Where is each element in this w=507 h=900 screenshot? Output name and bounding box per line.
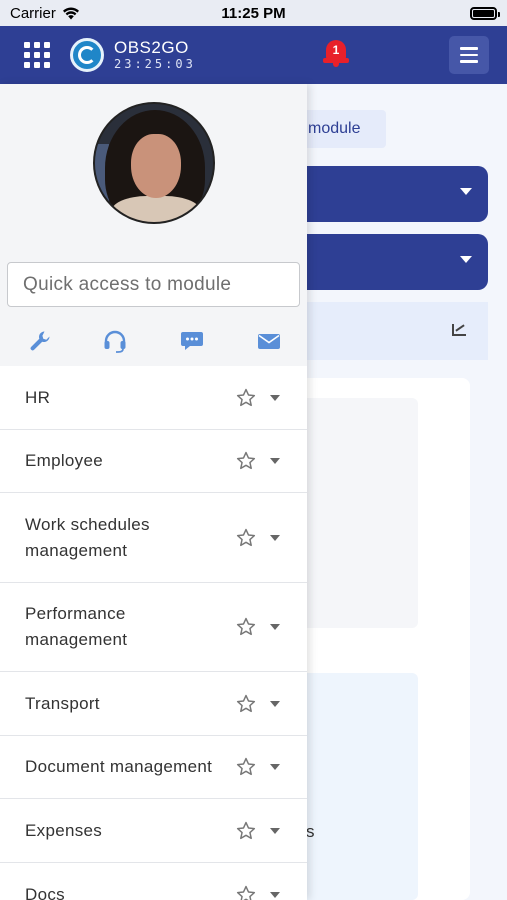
carrier-label: Carrier	[10, 4, 56, 22]
mail-icon[interactable]	[256, 328, 282, 354]
caret-down-icon[interactable]	[270, 764, 280, 770]
star-icon[interactable]	[235, 387, 257, 409]
app-logo	[70, 38, 104, 72]
star-icon[interactable]	[235, 820, 257, 842]
side-drawer: HR Employee Work schedules management Pe…	[0, 84, 307, 900]
caret-down-icon[interactable]	[270, 827, 280, 834]
menu-item-label: Docs	[25, 884, 65, 900]
caret-down-icon[interactable]	[270, 394, 280, 401]
caret-down-icon[interactable]	[270, 891, 280, 898]
star-icon[interactable]	[235, 693, 257, 715]
quick-access-input[interactable]	[7, 262, 300, 307]
menu-item-label: Expenses	[25, 820, 103, 840]
wifi-icon	[62, 7, 79, 19]
menu-item-label: Work schedules management	[25, 514, 150, 560]
menu-item-label: Employee	[25, 451, 103, 470]
menu-item-hr[interactable]: HR	[0, 366, 307, 430]
chat-icon[interactable]	[179, 328, 205, 354]
battery-icon	[470, 7, 500, 20]
menu-item-employee[interactable]: Employee	[0, 430, 307, 493]
caret-down-icon	[460, 256, 472, 263]
caret-down-icon[interactable]	[270, 534, 280, 541]
star-icon[interactable]	[235, 756, 257, 778]
star-icon[interactable]	[235, 616, 257, 638]
caret-down-icon[interactable]	[270, 458, 280, 464]
background-panel-1	[290, 398, 418, 628]
app-header: OBS2GO 23:25:03 1	[0, 26, 507, 84]
caret-down-icon[interactable]	[270, 700, 280, 707]
carrier-info: Carrier	[10, 5, 80, 22]
background-partial-text: s	[306, 822, 315, 841]
menu-item-work-schedules[interactable]: Work schedules management	[0, 493, 307, 583]
star-icon[interactable]	[235, 450, 257, 472]
brand: OBS2GO 23:25:03	[114, 38, 196, 71]
menu-item-expenses[interactable]: Expenses	[0, 799, 307, 863]
header-clock: 23:25:03	[114, 56, 196, 71]
notification-bell-icon[interactable]: 1	[322, 38, 350, 68]
drawer-tool-row	[0, 324, 307, 364]
headset-icon[interactable]	[102, 328, 128, 354]
user-avatar[interactable]	[93, 102, 215, 224]
chart-icon[interactable]	[452, 324, 466, 336]
background-panel-2	[290, 673, 418, 900]
star-icon[interactable]	[235, 884, 257, 900]
menu-item-transport[interactable]: Transport	[0, 672, 307, 736]
menu-item-docs[interactable]: Docs	[0, 863, 307, 900]
status-bar: Carrier 11:25 PM	[0, 0, 507, 26]
module-menu-list: HR Employee Work schedules management Pe…	[0, 366, 307, 900]
star-icon[interactable]	[235, 527, 257, 549]
caret-down-icon	[460, 188, 472, 195]
hamburger-menu-button[interactable]	[449, 36, 489, 74]
menu-item-document-management[interactable]: Document management	[0, 736, 307, 799]
menu-item-performance[interactable]: Performance management	[0, 583, 307, 672]
menu-item-label: Document management	[25, 757, 213, 776]
caret-down-icon[interactable]	[270, 624, 280, 630]
apps-grid-icon[interactable]	[24, 42, 50, 68]
menu-item-label: Transport	[25, 693, 100, 713]
app-name: OBS2GO	[114, 38, 189, 58]
notification-count-badge: 1	[332, 43, 340, 57]
menu-item-label: HR	[25, 387, 51, 407]
wrench-icon[interactable]	[27, 328, 53, 354]
menu-item-label: Performance management	[25, 604, 128, 649]
